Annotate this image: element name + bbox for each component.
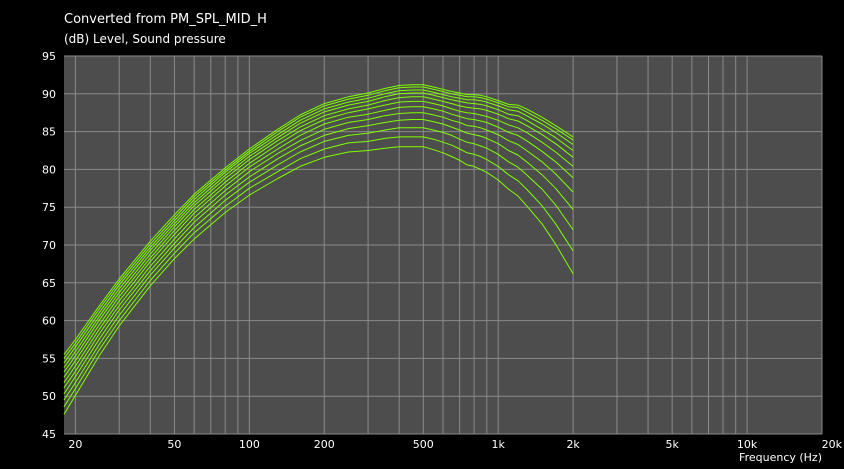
- x-tick-label: 200: [314, 438, 335, 451]
- y-tick-label: 95: [42, 50, 56, 63]
- x-tick-label: 5k: [665, 438, 679, 451]
- x-tick-label: 2k: [566, 438, 580, 451]
- x-tick-label: 500: [413, 438, 434, 451]
- y-tick-label: 90: [42, 88, 56, 101]
- y-tick-label: 60: [42, 315, 56, 328]
- y-tick-label: 45: [42, 428, 56, 441]
- y-tick-label: 70: [42, 239, 56, 252]
- y-tick-labels: 45 50 55 60 65 70 75 80 85 90 95: [42, 50, 56, 441]
- y-tick-label: 65: [42, 277, 56, 290]
- x-tick-label: 100: [239, 438, 260, 451]
- y-tick-label: 50: [42, 390, 56, 403]
- y-tick-label: 80: [42, 163, 56, 176]
- frequency-response-chart: 45 50 55 60 65 70 75 80 85 90 95 20 50 100 200 500 1k 2k…: [42, 50, 843, 451]
- y-tick-label: 75: [42, 201, 56, 214]
- x-tick-label: 10k: [737, 438, 758, 451]
- x-tick-labels: 20 50 100 200 500 1k 2k 5k 10k 20k: [68, 438, 842, 451]
- y-tick-label: 55: [42, 352, 56, 365]
- x-tick-label: 1k: [492, 438, 506, 451]
- y-tick-label: 85: [42, 126, 56, 139]
- x-tick-label: 20k: [822, 438, 843, 451]
- x-tick-label: 50: [167, 438, 181, 451]
- x-tick-label: 20: [68, 438, 82, 451]
